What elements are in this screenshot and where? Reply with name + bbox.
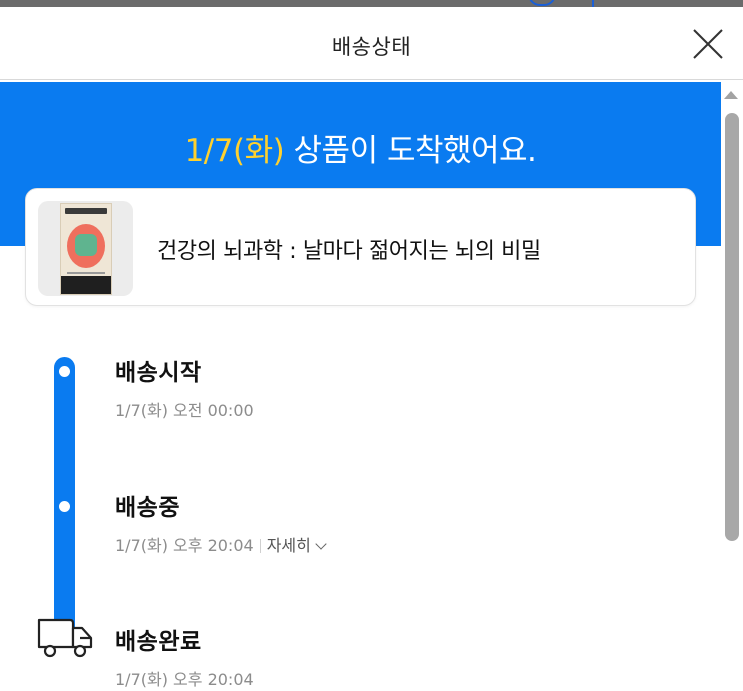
step-label: 배송완료	[115, 629, 202, 655]
product-name: 건강의 뇌과학 : 날마다 젊어지는 뇌의 비밀	[157, 239, 541, 264]
timeline-step: 배송시작 1/7(화) 오전 00:00	[115, 353, 254, 421]
background-element	[528, 0, 556, 6]
timeline-step: 배송중 1/7(화) 오후 20:04 자세히	[115, 488, 327, 556]
timeline-dot	[59, 366, 70, 377]
timeline-dot	[59, 501, 70, 512]
book-cover-image	[61, 204, 111, 294]
truck-icon	[37, 618, 93, 658]
divider	[259, 539, 261, 553]
chevron-down-icon	[315, 538, 327, 550]
modal-header: 배송상태	[0, 7, 743, 80]
arrival-date: 1/7(화)	[184, 133, 285, 169]
detail-toggle-button[interactable]: 자세히	[266, 536, 327, 555]
step-label: 배송중	[115, 495, 180, 521]
step-time: 1/7(화) 오후 20:04	[115, 670, 254, 689]
product-thumbnail	[38, 201, 133, 296]
close-button[interactable]	[688, 24, 728, 64]
arrival-message: 상품이 도착했어요.	[284, 133, 537, 169]
step-label: 배송시작	[115, 360, 202, 386]
scroll-up-arrow-icon[interactable]	[724, 91, 738, 99]
timeline-progress-bar	[54, 357, 75, 637]
background-strip	[0, 0, 743, 7]
modal-title: 배송상태	[331, 35, 412, 59]
detail-label: 자세히	[266, 536, 311, 555]
step-time-row: 1/7(화) 오후 20:04 자세히	[115, 532, 327, 556]
product-card[interactable]: 건강의 뇌과학 : 날마다 젊어지는 뇌의 비밀	[25, 188, 696, 306]
delivery-status-modal: 배송상태 1/7(화) 상품이 도착했어요. 건강의 뇌과학 : 날마다 젊어지…	[0, 7, 743, 691]
step-time: 1/7(화) 오전 00:00	[115, 401, 254, 420]
background-element	[592, 0, 594, 7]
timeline-step: 배송완료 1/7(화) 오후 20:04	[115, 622, 254, 690]
step-time: 1/7(화) 오후 20:04	[115, 536, 254, 555]
close-icon	[693, 29, 723, 59]
arrival-headline: 1/7(화) 상품이 도착했어요.	[0, 125, 721, 170]
scrollbar-thumb[interactable]	[725, 113, 739, 541]
